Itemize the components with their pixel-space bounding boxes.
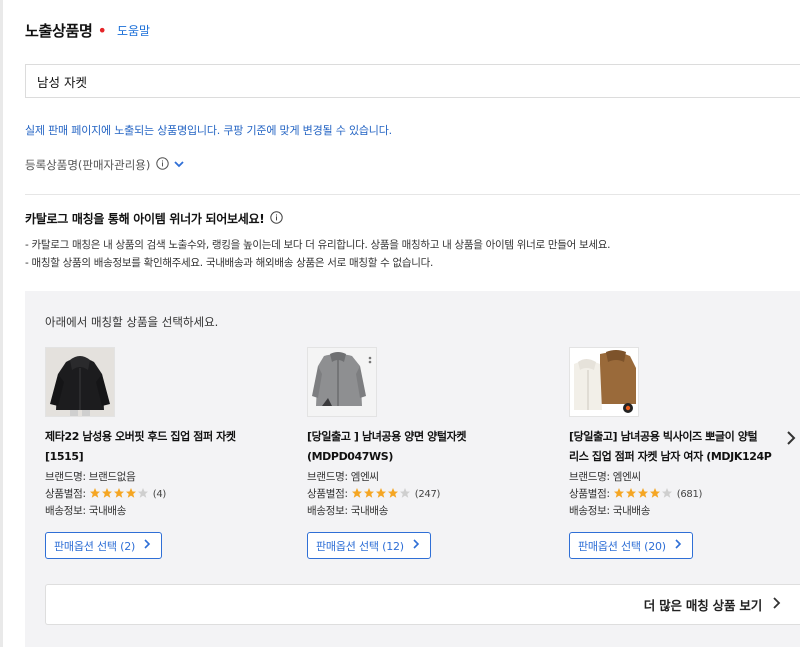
star-icon — [649, 488, 660, 498]
product-meta: 브랜드명: 브랜드없음 상품별점: (4) 배송정보: 국내배송 — [45, 469, 295, 520]
brown-white-fleece-jacket-icon[interactable] — [569, 347, 639, 417]
product-meta: 브랜드명: 엠엔씨 상품별점: (247) 배송정보: 국내배송 — [307, 469, 557, 520]
star-icon — [637, 488, 648, 498]
chevron-right-icon — [143, 538, 151, 553]
matching-product-card[interactable]: [당일출고] 남녀공용 빅사이즈 뽀글이 양털 리스 집업 점퍼 자켓 남자 여… — [569, 347, 800, 559]
catalog-description-2: - 매칭할 상품의 배송정보를 확인해주세요. 국내배송과 해외배송 상품은 서… — [25, 257, 434, 269]
star-icon — [125, 488, 136, 498]
info-icon[interactable] — [156, 157, 170, 173]
star-icon — [89, 488, 100, 498]
required-marker: • — [97, 20, 107, 40]
matching-product-card[interactable]: [당일출고 ] 남녀공용 양면 양털자켓 (MDPD047WS) 브랜드명: 엠… — [307, 347, 557, 559]
catalog-title-text: 카탈로그 매칭을 통해 아이템 위너가 되어보세요! — [25, 212, 265, 226]
review-count: (4) — [152, 489, 167, 500]
shipping-text: 배송정보: 국내배송 — [307, 505, 389, 517]
section-title: 노출상품명 — [25, 22, 93, 40]
matching-product-card[interactable]: 제타22 남성용 오버핏 후드 집업 점퍼 자켓 [1515] 브랜드명: 브랜… — [45, 347, 295, 559]
chevron-down-icon[interactable] — [173, 158, 185, 173]
rating-stars — [613, 487, 673, 499]
review-count: (247) — [414, 489, 441, 500]
info-icon[interactable] — [270, 210, 284, 227]
chevron-right-icon — [772, 596, 781, 613]
rating-stars — [89, 487, 149, 499]
rating-row: 상품별점: (681) — [569, 487, 703, 500]
select-option-button[interactable]: 판매옵션 선택 (20) — [569, 532, 693, 559]
star-icon — [625, 488, 636, 498]
shipping-text: 배송정보: 국내배송 — [569, 505, 651, 517]
product-name-panel: 노출상품명 • 도움말 실제 판매 페이지에 노출되는 상품명입니다. 쿠팡 기… — [0, 0, 800, 647]
product-name: [당일출고] 남녀공용 빅사이즈 뽀글이 양털 리스 집업 점퍼 자켓 남자 여… — [569, 430, 772, 463]
chevron-right-icon — [674, 538, 682, 553]
rating-row: 상품별점: (4) — [45, 487, 167, 500]
star-icon — [363, 488, 374, 498]
catalog-matching-title: 카탈로그 매칭을 통해 아이템 위너가 되어보세요! — [25, 210, 284, 227]
star-icon — [101, 488, 112, 498]
rating-stars — [351, 487, 411, 499]
gray-fleece-jacket-icon[interactable] — [307, 347, 377, 417]
section-divider — [25, 194, 800, 195]
star-icon — [399, 488, 410, 498]
rating-row: 상품별점: (247) — [307, 487, 441, 500]
star-icon — [113, 488, 124, 498]
brand-text: 브랜드명: 엠엔씨 — [307, 471, 379, 483]
star-icon — [351, 488, 362, 498]
chevron-right-icon — [412, 538, 420, 553]
black-fur-jacket-icon[interactable] — [45, 347, 115, 417]
star-icon — [661, 488, 672, 498]
chevron-right-icon[interactable] — [785, 430, 797, 450]
catalog-description-1: - 카탈로그 매칭은 내 상품의 검색 노출수와, 랭킹을 높이는데 보다 더 … — [25, 239, 611, 251]
product-name: [당일출고 ] 남녀공용 양면 양털자켓 (MDPD047WS) — [307, 430, 467, 463]
product-meta: 브랜드명: 엠엔씨 상품별점: (681) 배송정보: 국내배송 — [569, 469, 800, 520]
registered-name-label: 등록상품명(판매자관리용) — [25, 158, 151, 172]
registered-name-toggle[interactable]: 등록상품명(판매자관리용) — [25, 157, 185, 173]
select-option-button[interactable]: 판매옵션 선택 (12) — [307, 532, 431, 559]
more-matching-products-button[interactable]: 더 많은 매칭 상품 보기 — [45, 584, 800, 625]
help-link[interactable]: 도움말 — [117, 22, 150, 39]
product-name: 제타22 남성용 오버핏 후드 집업 점퍼 자켓 [1515] — [45, 430, 236, 463]
star-icon — [137, 488, 148, 498]
review-count: (681) — [676, 489, 703, 500]
star-icon — [375, 488, 386, 498]
brand-text: 브랜드명: 엠엔씨 — [569, 471, 641, 483]
brand-text: 브랜드명: 브랜드없음 — [45, 471, 136, 483]
shipping-text: 배송정보: 국내배송 — [45, 505, 127, 517]
star-icon — [387, 488, 398, 498]
star-icon — [613, 488, 624, 498]
select-option-button[interactable]: 판매옵션 선택 (2) — [45, 532, 163, 559]
matching-prompt: 아래에서 매칭할 상품을 선택하세요. — [45, 315, 219, 329]
display-name-notice: 실제 판매 페이지에 노출되는 상품명입니다. 쿠팡 기준에 맞게 변경될 수 … — [25, 124, 392, 137]
section-header: 노출상품명 • 도움말 — [25, 20, 150, 41]
product-name-input[interactable] — [25, 64, 800, 98]
